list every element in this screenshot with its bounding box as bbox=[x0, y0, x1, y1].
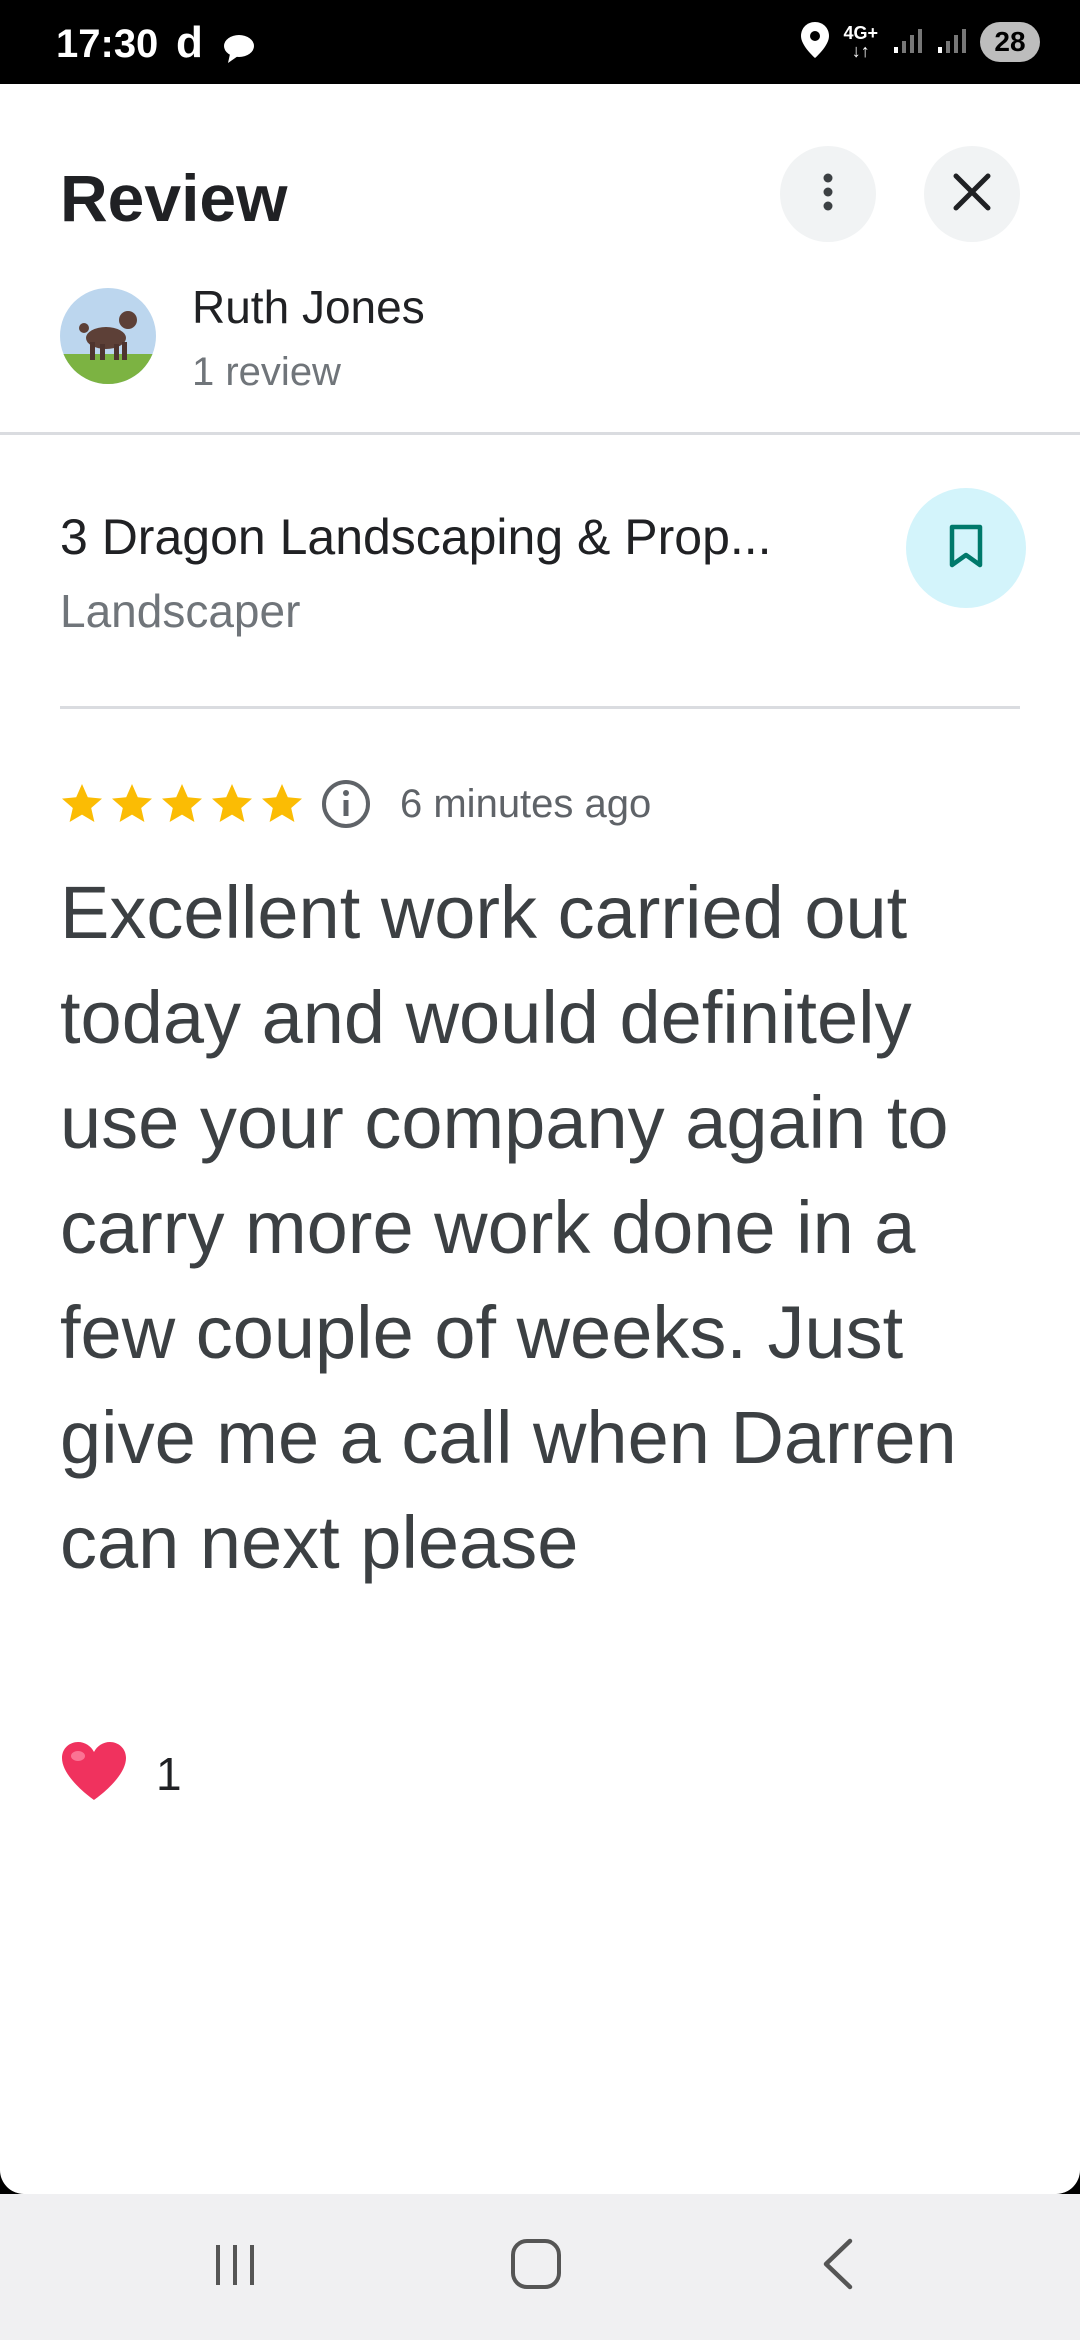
status-time: 17:30 bbox=[56, 22, 159, 66]
recent-apps-icon bbox=[210, 2239, 260, 2294]
close-button[interactable] bbox=[924, 146, 1020, 242]
heart-icon bbox=[60, 1740, 128, 1807]
star-rating bbox=[58, 780, 306, 828]
home-button[interactable] bbox=[476, 2222, 596, 2310]
star-icon bbox=[262, 784, 302, 822]
location-icon bbox=[801, 21, 830, 63]
star-icon bbox=[162, 784, 202, 822]
back-button[interactable] bbox=[778, 2222, 898, 2310]
status-icons: 4G+ ↓↑ 28 bbox=[801, 20, 1040, 64]
review-sheet: Review Ruth Jones 1 review 3 Dragon Land… bbox=[0, 84, 1080, 2194]
reaction-row[interactable]: 1 bbox=[60, 1740, 182, 1807]
divider bbox=[0, 432, 1080, 435]
navigation-bar bbox=[0, 2194, 1080, 2340]
recent-apps-button[interactable] bbox=[175, 2222, 295, 2310]
battery-indicator: 28 bbox=[980, 22, 1040, 62]
chat-notification-icon bbox=[222, 34, 256, 69]
author-name[interactable]: Ruth Jones bbox=[192, 280, 425, 334]
signal-icon bbox=[892, 25, 922, 60]
like-count: 1 bbox=[156, 1747, 182, 1800]
save-button[interactable] bbox=[906, 488, 1026, 608]
close-icon bbox=[952, 172, 992, 217]
bookmark-icon bbox=[948, 523, 984, 574]
more-options-button[interactable] bbox=[780, 146, 876, 242]
app-notification-icon: d bbox=[176, 18, 203, 67]
more-vert-icon bbox=[822, 172, 834, 217]
author-review-count: 1 review bbox=[192, 350, 341, 394]
rating-row: 6 minutes ago bbox=[58, 776, 651, 832]
divider bbox=[60, 706, 1020, 709]
star-icon bbox=[62, 784, 102, 822]
status-bar: 17:30 d 4G+ ↓↑ 28 bbox=[0, 0, 1080, 84]
back-icon bbox=[818, 2237, 858, 2296]
page-title: Review bbox=[60, 161, 288, 235]
signal-icon-2 bbox=[936, 25, 966, 60]
info-icon[interactable] bbox=[320, 778, 372, 830]
place-name[interactable]: 3 Dragon Landscaping & Prop... bbox=[60, 508, 772, 566]
place-category: Landscaper bbox=[60, 585, 301, 637]
star-icon bbox=[212, 784, 252, 822]
star-icon bbox=[112, 784, 152, 822]
home-icon bbox=[509, 2237, 563, 2296]
network-indicator: 4G+ ↓↑ bbox=[843, 23, 878, 61]
review-text: Excellent work carried out today and wou… bbox=[60, 871, 957, 1584]
review-time: 6 minutes ago bbox=[400, 781, 652, 826]
avatar[interactable] bbox=[60, 288, 156, 384]
